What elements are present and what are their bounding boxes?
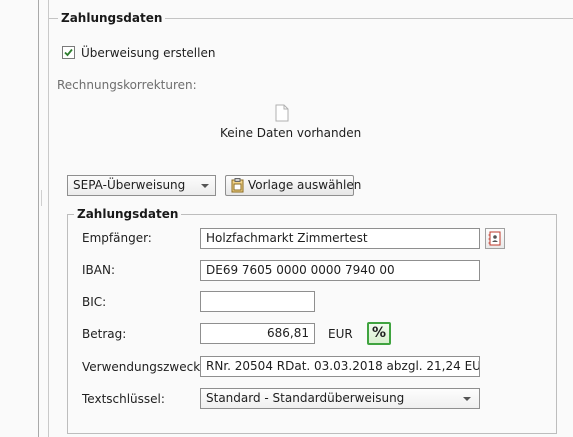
clipboard-template-icon bbox=[231, 178, 244, 193]
select-template-label: Vorlage auswählen bbox=[248, 178, 362, 192]
payment-data-title: Zahlungsdaten bbox=[74, 207, 182, 221]
purpose-input[interactable]: RNr. 20504 RDat. 03.03.2018 abzgl. 21,24… bbox=[200, 356, 480, 377]
payment-type-value: SEPA-Überweisung bbox=[73, 178, 186, 192]
section-border-line bbox=[48, 0, 49, 437]
text-key-select[interactable]: Standard - Standardüberweisung bbox=[200, 388, 480, 409]
checkmark-icon bbox=[64, 48, 73, 57]
discount-percent-button[interactable]: % bbox=[367, 322, 391, 345]
section-title: Zahlungsdaten bbox=[58, 11, 166, 25]
corrections-label: Rechnungskorrekturen: bbox=[57, 78, 197, 92]
currency-label: EUR bbox=[328, 327, 353, 341]
purpose-label: Verwendungszweck: bbox=[82, 360, 205, 374]
bic-input[interactable] bbox=[200, 291, 315, 312]
payment-type-select[interactable]: SEPA-Überweisung bbox=[67, 175, 216, 196]
chevron-down-icon bbox=[463, 397, 471, 401]
create-transfer-label: Überweisung erstellen bbox=[81, 46, 216, 60]
iban-input[interactable]: DE69 7605 0000 0000 7940 00 bbox=[200, 260, 480, 281]
create-transfer-checkbox[interactable] bbox=[62, 46, 75, 59]
empty-document-icon bbox=[275, 104, 289, 122]
recipient-input[interactable]: Holzfachmarkt Zimmertest bbox=[200, 228, 480, 249]
amount-input[interactable]: 686,81 bbox=[200, 323, 315, 344]
select-template-button[interactable]: Vorlage auswählen bbox=[225, 175, 361, 196]
left-border-line bbox=[38, 0, 39, 437]
splitter-handle[interactable] bbox=[41, 190, 42, 206]
bic-label: BIC: bbox=[82, 295, 107, 309]
address-book-button[interactable] bbox=[485, 228, 505, 249]
amount-label: Betrag: bbox=[82, 327, 127, 341]
iban-label: IBAN: bbox=[82, 263, 115, 277]
recipient-label: Empfänger: bbox=[82, 231, 152, 245]
address-book-icon bbox=[488, 231, 501, 246]
percent-icon: % bbox=[371, 325, 387, 341]
text-key-value: Standard - Standardüberweisung bbox=[206, 391, 405, 405]
no-data-text: Keine Daten vorhanden bbox=[220, 126, 362, 140]
chevron-down-icon bbox=[201, 184, 209, 188]
text-key-label: Textschlüssel: bbox=[82, 392, 165, 406]
